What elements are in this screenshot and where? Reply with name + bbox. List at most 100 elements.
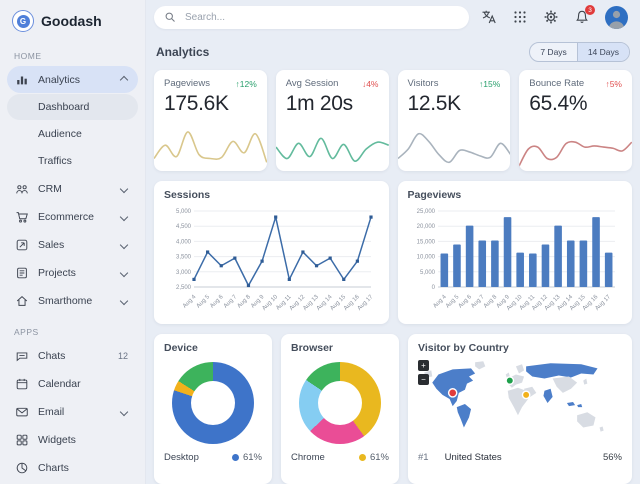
stat-value: 65.4% — [519, 89, 632, 116]
country-name: United States — [445, 452, 502, 463]
sidebar-item-label: CRM — [38, 183, 112, 195]
goodash-logo-icon: G — [12, 10, 34, 32]
widgets-icon — [15, 433, 29, 447]
country-russia — [526, 363, 597, 378]
stat-card-bounce-rate: Bounce Rate ↑5% 65.4% — [519, 70, 632, 171]
pageviews-bar-chart: 05,00010,00015,00020,00025,000Aug 4Aug 5… — [408, 203, 623, 321]
sparkline — [519, 125, 632, 171]
bottom-row: Device Desktop 61% Browser Chrome 61% — [154, 334, 632, 484]
sidebar-item-calendar[interactable]: Calendar — [7, 370, 138, 397]
sidebar-item-dashboard[interactable]: Dashboard — [7, 94, 138, 120]
sidebar-item-label: Widgets — [38, 434, 130, 446]
map-footer-row: #1 United States 56% — [418, 452, 622, 463]
stat-card-avg-session: Avg Session ↓4% 1m 20s — [276, 70, 389, 171]
device-legend: Desktop 61% — [164, 452, 262, 463]
legend-label: Desktop — [164, 452, 199, 463]
browser-legend: Chrome 61% — [291, 452, 389, 463]
country-scandinavia — [516, 364, 524, 373]
sidebar-item-label: Email — [38, 406, 112, 418]
sidebar-item-traffics[interactable]: Traffics — [7, 148, 138, 174]
map-marker-europe — [506, 377, 513, 384]
brand[interactable]: G Goodash — [0, 0, 145, 38]
sidebar-item-label: Smarthome — [38, 295, 112, 307]
sidebar-item-label: Calendar — [38, 378, 130, 390]
map-zoom-out-button[interactable]: − — [418, 374, 429, 385]
chats-count-badge: 12 — [118, 351, 128, 361]
chevron-down-icon — [120, 240, 128, 248]
home-icon — [15, 294, 29, 308]
bar-chart-icon — [15, 73, 29, 87]
visitor-by-country-card: Visitor by Country + − — [408, 334, 632, 484]
chevron-up-icon — [120, 75, 128, 83]
svg-text:5,000: 5,000 — [176, 209, 192, 215]
sidebar-item-projects[interactable]: Projects — [7, 259, 138, 286]
sidebar-item-email[interactable]: Email — [7, 398, 138, 425]
sales-icon — [15, 238, 29, 252]
chevron-down-icon — [120, 184, 128, 192]
device-card: Device Desktop 61% — [154, 334, 272, 484]
sidebar-item-audience[interactable]: Audience — [7, 121, 138, 147]
country-japan — [583, 379, 587, 385]
country-percent: 56% — [603, 452, 622, 463]
pageviews-chart-card: Pageviews 05,00010,00015,00020,00025,000… — [398, 181, 633, 324]
sidebar-item-label: Chats — [38, 350, 109, 362]
svg-text:Aug 6: Aug 6 — [209, 294, 225, 310]
chart-title: Sessions — [164, 189, 379, 201]
sidebar-item-ecommerce[interactable]: Ecommerce — [7, 203, 138, 230]
sidebar-item-chats[interactable]: Chats 12 — [7, 342, 138, 369]
stat-label: Avg Session — [286, 78, 339, 89]
stat-label: Pageviews — [164, 78, 210, 89]
sparkline — [276, 125, 389, 171]
search-input[interactable] — [183, 11, 459, 24]
device-donut-chart — [172, 362, 254, 444]
legend-label: Chrome — [291, 452, 325, 463]
sessions-line-chart: 2,5003,0003,5004,0004,5005,000Aug 4Aug 5… — [164, 203, 379, 321]
sidebar-item-analytics[interactable]: Analytics — [7, 66, 138, 93]
browser-card: Browser Chrome 61% — [281, 334, 399, 484]
clipboard-icon — [15, 266, 29, 280]
sidebar-item-crm[interactable]: CRM — [7, 175, 138, 202]
goodash-dashboard: G Goodash HOME Analytics Dashboard Audie… — [0, 0, 640, 484]
svg-text:Aug 17: Aug 17 — [357, 294, 375, 312]
chat-icon — [15, 349, 29, 363]
svg-text:2,500: 2,500 — [176, 285, 192, 291]
sidebar-item-smarthome[interactable]: Smarthome — [7, 287, 138, 314]
chart-title: Browser — [291, 342, 389, 354]
range-7days-button[interactable]: 7 Days — [530, 43, 577, 61]
avatar[interactable] — [605, 6, 628, 29]
country-new-zealand — [600, 427, 604, 432]
country-south-america — [457, 404, 471, 427]
apps-grid-icon[interactable] — [512, 9, 528, 25]
svg-text:0: 0 — [431, 285, 435, 291]
sidebar-item-label: Charts — [38, 462, 130, 474]
country-india — [543, 389, 552, 403]
sidebar-item-sales[interactable]: Sales — [7, 231, 138, 258]
sessions-chart-card: Sessions 2,5003,0003,5004,0004,5005,000A… — [154, 181, 389, 324]
chevron-down-icon — [120, 212, 128, 220]
svg-text:4,500: 4,500 — [176, 224, 192, 230]
stat-label: Visitors — [408, 78, 439, 89]
search-bar[interactable] — [154, 6, 469, 29]
svg-text:3,000: 3,000 — [176, 270, 192, 276]
sidebar-item-label: Ecommerce — [38, 211, 112, 223]
gear-icon[interactable] — [543, 9, 559, 25]
topbar: 3 — [146, 0, 640, 34]
sparkline — [154, 125, 267, 171]
range-14days-button[interactable]: 14 Days — [578, 43, 629, 61]
svg-text:4,000: 4,000 — [176, 239, 192, 245]
legend-dot — [232, 454, 239, 461]
bell-icon[interactable]: 3 — [574, 9, 590, 25]
svg-text:Aug 8: Aug 8 — [237, 294, 253, 310]
svg-text:Aug 5: Aug 5 — [196, 294, 212, 310]
cart-icon — [15, 210, 29, 224]
section-label-home: HOME — [14, 51, 131, 61]
sidebar-item-charts[interactable]: Charts — [7, 454, 138, 481]
sidebar-item-widgets[interactable]: Widgets — [7, 426, 138, 453]
world-map[interactable] — [418, 356, 622, 446]
sidebar: G Goodash HOME Analytics Dashboard Audie… — [0, 0, 146, 484]
svg-text:Aug 4: Aug 4 — [182, 294, 198, 310]
translate-icon[interactable] — [481, 9, 497, 25]
svg-text:5,000: 5,000 — [419, 270, 435, 276]
country-australia — [577, 412, 595, 427]
map-zoom-in-button[interactable]: + — [418, 360, 429, 371]
